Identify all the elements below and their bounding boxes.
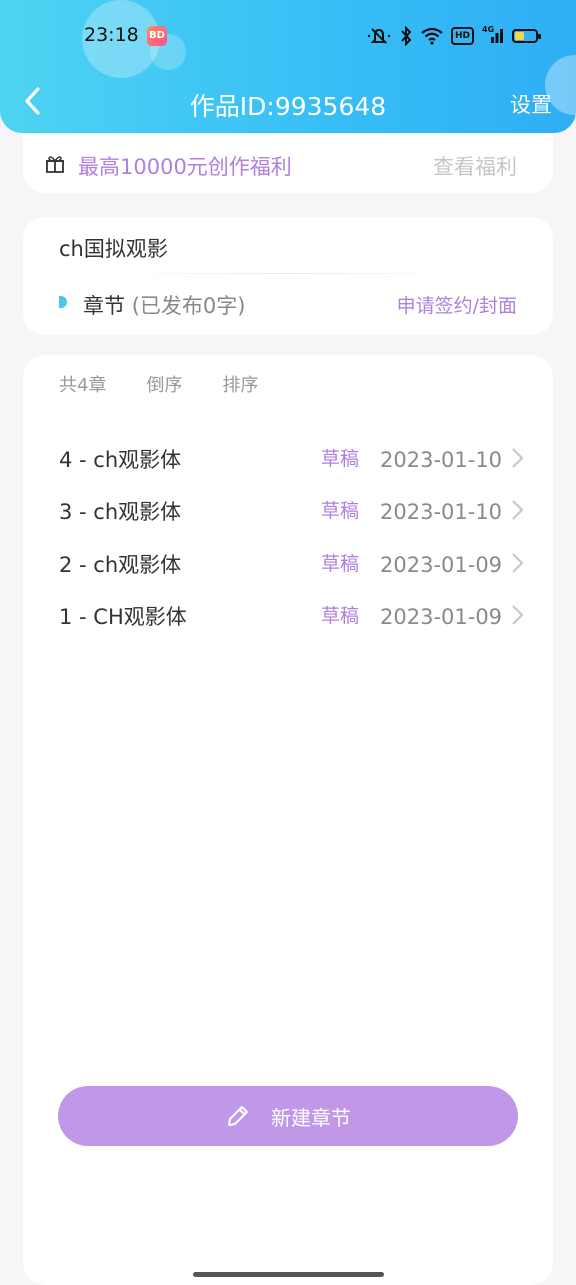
chapter-row[interactable]: 4 - ch观影体 草稿 2023-01-10 [23,444,553,484]
chapter-title: 1 - CH观影体 [59,605,187,629]
published-count: (已发布0字) [131,294,246,318]
work-name[interactable]: ch国拟观影 [59,233,168,263]
page-title: 作品ID:9935648 [189,92,387,121]
chevron-right-icon [512,448,524,468]
chapter-status: 草稿 [321,448,360,470]
work-info-card: ch国拟观影 章节 (已发布0字) 申请签约/封面 [23,217,553,335]
chapter-date: 2023-01-10 [380,448,503,472]
app-header: 23:18 BD HD 4G 作品ID:9935648 设置 [0,0,576,133]
signal-4g-icon: 4G [482,25,504,47]
new-chapter-button[interactable]: 新建章节 [58,1086,518,1146]
settings-button[interactable]: 设置 [510,89,552,119]
chapter-row[interactable]: 2 - ch观影体 草稿 2023-01-09 [23,549,553,589]
chevron-right-icon [512,500,524,520]
divider [123,273,453,274]
status-icons: HD 4G [367,24,541,48]
bluetooth-icon [399,25,413,47]
chapter-title: 4 - ch观影体 [59,448,182,472]
gift-icon [46,156,64,173]
chapter-row[interactable]: 1 - CH观影体 草稿 2023-01-09 [23,601,553,641]
mute-icon [367,25,391,47]
chapter-title: 2 - ch观影体 [59,553,182,577]
wifi-icon [421,25,443,47]
view-benefits-link[interactable]: 查看福利 [433,151,517,181]
home-indicator[interactable] [193,1272,384,1277]
chapter-status: 草稿 [321,605,360,627]
chapter-date: 2023-01-09 [380,605,503,629]
app-notification-icon: BD [147,26,167,46]
status-time: 23:18 [84,24,139,46]
half-dot-icon [59,296,67,308]
chapter-date: 2023-01-10 [380,500,503,524]
chapter-date: 2023-01-09 [380,553,503,577]
chapter-label: 章节 [83,294,125,318]
chevron-right-icon [512,605,524,625]
chapter-count: 共4章 [59,375,107,396]
benefit-text: 最高10000元创作福利 [78,155,292,179]
chapter-summary: 章节 (已发布0字) [83,290,245,320]
reverse-order-button[interactable]: 倒序 [146,371,182,397]
chapter-title: 3 - ch观影体 [59,500,182,524]
apply-sign-cover-link[interactable]: 申请签约/封面 [397,291,517,318]
hd-icon: HD [450,27,474,45]
chevron-right-icon [512,553,524,573]
battery-level [515,32,524,40]
chapter-status: 草稿 [321,500,360,522]
new-chapter-label: 新建章节 [271,1105,351,1130]
chapter-toolbar: 共4章 倒序 排序 [59,371,258,397]
chapter-row[interactable]: 3 - ch观影体 草稿 2023-01-10 [23,496,553,536]
pencil-icon [228,1106,248,1126]
sort-button[interactable]: 排序 [222,371,258,397]
chapter-status: 草稿 [321,553,360,575]
battery-icon [512,29,541,43]
benefit-banner: 最高10000元创作福利 查看福利 [23,134,553,193]
